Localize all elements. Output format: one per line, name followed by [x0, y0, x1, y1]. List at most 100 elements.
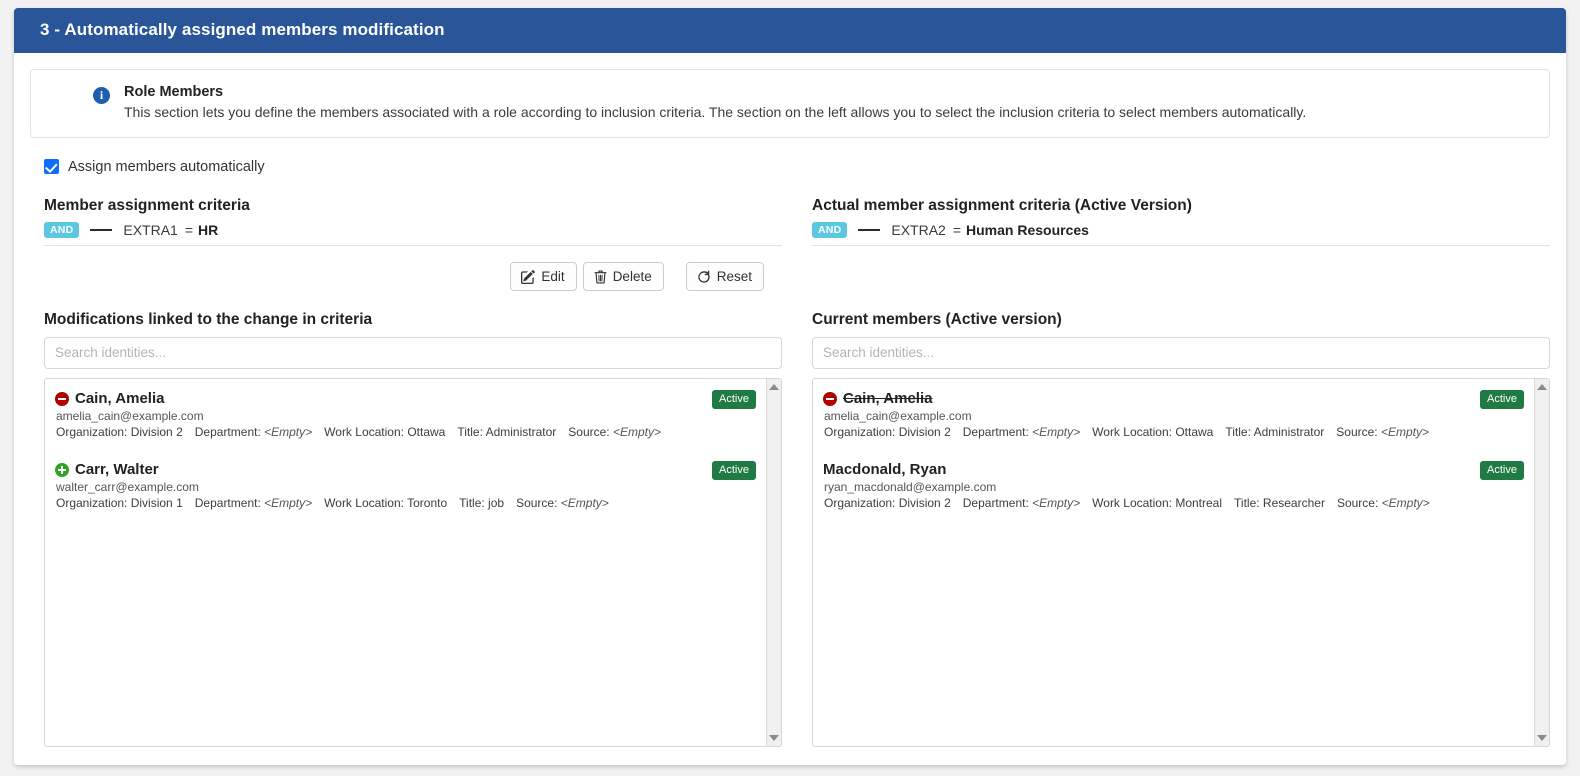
- member-attribute: Department: <Empty>: [195, 496, 312, 510]
- scroll-down-arrow-icon[interactable]: [767, 731, 781, 745]
- assign-members-automatically-row[interactable]: Assign members automatically: [44, 159, 1550, 175]
- status-badge: Active: [712, 390, 756, 409]
- refresh-icon: [697, 270, 711, 284]
- status-badge: Active: [1480, 461, 1524, 480]
- member-attribute-value: Ottawa: [1175, 425, 1214, 440]
- criteria-value: HR: [198, 222, 219, 239]
- member-attribute-label: Work Location:: [324, 496, 404, 511]
- reset-button[interactable]: Reset: [685, 262, 764, 292]
- current-members-list-title: Current members (Active version): [812, 311, 1062, 329]
- criteria-attribute: EXTRA2: [891, 222, 946, 239]
- member-attribute-label: Department:: [962, 425, 1029, 440]
- member-assignment-criteria-title: Member assignment criteria: [44, 196, 250, 214]
- member-attribute-value: <Empty>: [264, 496, 313, 511]
- page-root: 3 - Automatically assigned members modif…: [0, 0, 1580, 776]
- member-attribute-value: <Empty>: [1032, 425, 1081, 440]
- member-attribute-label: Source:: [516, 496, 558, 511]
- member-attribute: Department: <Empty>: [963, 496, 1080, 510]
- member-attribute: Organization: Division 2: [824, 496, 951, 510]
- info-alert-description: This section lets you define the members…: [124, 104, 1307, 120]
- member-attribute-value: <Empty>: [1381, 496, 1430, 511]
- search-input-modifications[interactable]: [44, 337, 782, 370]
- info-alert: i Role Members This section lets you def…: [30, 69, 1550, 138]
- member-attribute-label: Work Location:: [1092, 496, 1172, 511]
- member-attribute-label: Organization:: [824, 496, 896, 511]
- member-assignment-criteria-column: Member assignment criteria AND EXTRA1 = …: [30, 197, 782, 247]
- member-attribute-value: <Empty>: [560, 496, 609, 511]
- criteria-row-left: AND EXTRA1 = HR: [44, 221, 782, 247]
- search-input-current-members[interactable]: [812, 337, 1550, 370]
- member-header: Macdonald, Ryan: [823, 461, 1524, 478]
- member-list-item[interactable]: Carr, Walter walter_carr@example.com Organ…: [45, 458, 766, 516]
- delete-button[interactable]: Delete: [582, 262, 664, 292]
- criteria-comparator: =: [184, 222, 194, 239]
- member-attribute-label: Department:: [194, 496, 261, 511]
- member-attributes: Organization: Division 2 Department: <Emp…: [56, 425, 756, 439]
- member-attribute: Work Location: Montreal: [1092, 496, 1222, 510]
- criteria-comparator: =: [952, 222, 962, 239]
- member-attribute-label: Work Location:: [324, 425, 404, 440]
- member-list-item[interactable]: Cain, Amelia amelia_cain@example.com Organ…: [813, 387, 1534, 445]
- scrollbar-current-members[interactable]: [1534, 379, 1549, 747]
- panel-card: 3 - Automatically assigned members modif…: [14, 8, 1566, 766]
- pencil-square-icon: [521, 270, 536, 284]
- info-alert-text: Role Members This section lets you defin…: [124, 84, 1533, 122]
- member-attribute: Work Location: Ottawa: [324, 425, 445, 439]
- member-attribute-value: Toronto: [407, 496, 448, 511]
- member-attribute-value: Division 2: [898, 496, 951, 511]
- member-attribute-value: <Empty>: [264, 425, 313, 440]
- member-attribute-label: Title:: [457, 425, 483, 440]
- actual-criteria-title: Actual member assignment criteria (Activ…: [812, 196, 1192, 214]
- member-attribute: Source: <Empty>: [516, 496, 609, 510]
- status-badge: Active: [712, 461, 756, 480]
- assign-members-automatically-checkbox[interactable]: [44, 159, 59, 175]
- scroll-up-arrow-icon[interactable]: [1535, 380, 1549, 394]
- scroll-down-arrow-icon[interactable]: [1535, 731, 1549, 745]
- status-badge: Active: [1480, 390, 1524, 409]
- assign-members-automatically-label: Assign members automatically: [68, 158, 265, 175]
- info-icon: i: [93, 87, 110, 104]
- member-attribute: Work Location: Ottawa: [1092, 425, 1213, 439]
- panel-header: 3 - Automatically assigned members modif…: [14, 8, 1566, 53]
- member-list-item[interactable]: Cain, Amelia amelia_cain@example.com Organ…: [45, 387, 766, 445]
- member-attribute-label: Department:: [194, 425, 261, 440]
- scrollbar-modifications[interactable]: [766, 379, 781, 747]
- member-attribute: Source: <Empty>: [1337, 496, 1430, 510]
- member-lists: Modifications linked to the change in cr…: [30, 311, 1550, 748]
- current-members-list-box: Cain, Amelia amelia_cain@example.com Organ…: [812, 378, 1550, 748]
- modifications-list-items: Cain, Amelia amelia_cain@example.com Organ…: [45, 379, 766, 746]
- member-attribute: Work Location: Toronto: [324, 496, 447, 510]
- member-email: walter_carr@example.com: [56, 480, 199, 495]
- criteria-attribute: EXTRA1: [123, 222, 178, 239]
- member-list-item[interactable]: Macdonald, Ryan ryan_macdonald@example.co…: [813, 458, 1534, 516]
- plus-circle-icon: [55, 462, 69, 477]
- member-attribute-value: <Empty>: [1032, 496, 1081, 511]
- modifications-list-box: Cain, Amelia amelia_cain@example.com Organ…: [44, 378, 782, 748]
- member-attribute: Organization: Division 2: [56, 425, 183, 439]
- member-attribute-value: job: [488, 496, 505, 511]
- member-email: amelia_cain@example.com: [56, 409, 204, 424]
- scroll-up-arrow-icon[interactable]: [767, 380, 781, 394]
- delete-button-label: Delete: [612, 269, 652, 285]
- member-attribute-value: Researcher: [1262, 496, 1325, 511]
- member-attribute-value: Montreal: [1175, 496, 1223, 511]
- trash-icon: [594, 270, 607, 284]
- member-attribute-value: Ottawa: [407, 425, 446, 440]
- member-attribute: Title: Administrator: [1225, 425, 1324, 439]
- and-operator-badge: AND: [44, 221, 80, 239]
- member-header: Cain, Amelia: [55, 390, 756, 407]
- edit-button[interactable]: Edit: [510, 262, 577, 292]
- member-attribute-value: Administrator: [1253, 425, 1325, 440]
- member-attribute-value: Division 2: [898, 425, 951, 440]
- member-header: Carr, Walter: [55, 461, 756, 478]
- member-attribute-value: Division 2: [130, 425, 183, 440]
- member-attributes: Organization: Division 2 Department: <Emp…: [824, 496, 1524, 510]
- current-members-list-column: Current members (Active version) Cain, A…: [798, 311, 1550, 748]
- member-email: ryan_macdonald@example.com: [824, 480, 997, 495]
- modifications-list-title: Modifications linked to the change in cr…: [44, 311, 373, 329]
- criteria-actions-toolbar: Edit Delete Reset: [30, 262, 764, 292]
- member-attribute-label: Work Location:: [1092, 425, 1172, 440]
- minus-circle-icon: [823, 391, 837, 406]
- member-attribute: Title: Researcher: [1234, 496, 1325, 510]
- member-header: Cain, Amelia: [823, 390, 1524, 407]
